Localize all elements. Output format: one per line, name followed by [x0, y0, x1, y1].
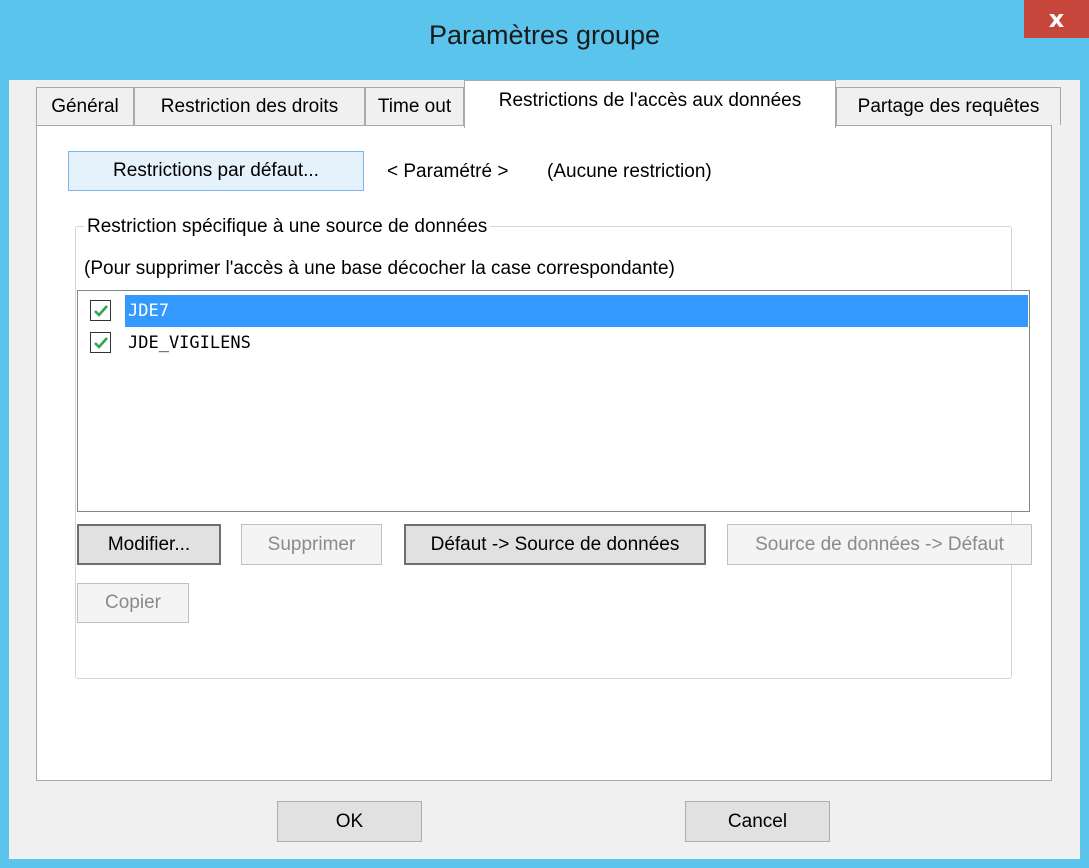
button-label: Source de données -> Défaut: [755, 533, 1004, 555]
groupbox-caption: Restriction spécifique à une source de d…: [84, 216, 491, 238]
copy-button[interactable]: Copier: [77, 583, 189, 623]
restriction-mode-text: < Paramétré >: [387, 161, 509, 182]
tab-panel: Restrictions par défaut... < Paramétré >…: [36, 125, 1052, 781]
button-label: Restrictions par défaut...: [113, 160, 319, 181]
ok-button[interactable]: OK: [277, 801, 422, 842]
button-label: Modifier...: [107, 533, 191, 555]
delete-button[interactable]: Supprimer: [241, 524, 382, 565]
close-icon: x: [1048, 5, 1065, 33]
list-item[interactable]: JDE_VIGILENS: [78, 327, 1033, 359]
restriction-status-text: (Aucune restriction): [547, 161, 712, 182]
modify-button[interactable]: Modifier...: [77, 524, 221, 565]
tab-time-out[interactable]: Time out: [365, 87, 464, 125]
tab-label: Restrictions de l'accès aux données: [498, 89, 802, 111]
title-bar[interactable]: Paramètres groupe x: [0, 0, 1089, 80]
item-checkbox[interactable]: [90, 332, 111, 353]
tab-restrictions-acces-donnees[interactable]: Restrictions de l'accès aux données: [464, 80, 836, 128]
item-label: JDE7: [128, 301, 169, 321]
tab-general[interactable]: Général: [36, 87, 134, 125]
close-button[interactable]: x: [1024, 0, 1089, 38]
tab-label: Partage des requêtes: [857, 95, 1040, 117]
tab-label: Restriction des droits: [160, 95, 339, 117]
window-title: Paramètres groupe: [428, 20, 661, 50]
list-item[interactable]: JDE7: [78, 295, 1033, 327]
source-to-default-button[interactable]: Source de données -> Défaut: [727, 524, 1032, 565]
button-label: OK: [335, 810, 364, 832]
dialog-client-area: Général Restriction des droits Time out …: [9, 80, 1080, 859]
selection-highlight: [125, 295, 1028, 327]
button-label: Copier: [105, 592, 161, 613]
dialog-window: Paramètres groupe x Général Restriction …: [0, 0, 1089, 868]
groupbox-hint: (Pour supprimer l'accès à une base décoc…: [84, 258, 675, 279]
button-label: Défaut -> Source de données: [430, 533, 680, 555]
tab-label: Général: [51, 95, 119, 117]
checkmark-icon: [94, 337, 108, 349]
tab-partage-des-requetes[interactable]: Partage des requêtes: [836, 87, 1061, 125]
item-checkbox[interactable]: [90, 300, 111, 321]
button-label: Cancel: [727, 810, 788, 832]
checkmark-icon: [94, 305, 108, 317]
default-restrictions-button[interactable]: Restrictions par défaut...: [68, 151, 364, 191]
button-label: Supprimer: [267, 533, 356, 555]
default-to-source-button[interactable]: Défaut -> Source de données: [404, 524, 706, 565]
tab-label: Time out: [377, 95, 452, 117]
cancel-button[interactable]: Cancel: [685, 801, 830, 842]
data-source-list[interactable]: JDE7 JDE_VIGILENS: [77, 290, 1030, 512]
item-label: JDE_VIGILENS: [128, 333, 251, 353]
tab-restriction-des-droits[interactable]: Restriction des droits: [134, 87, 365, 125]
